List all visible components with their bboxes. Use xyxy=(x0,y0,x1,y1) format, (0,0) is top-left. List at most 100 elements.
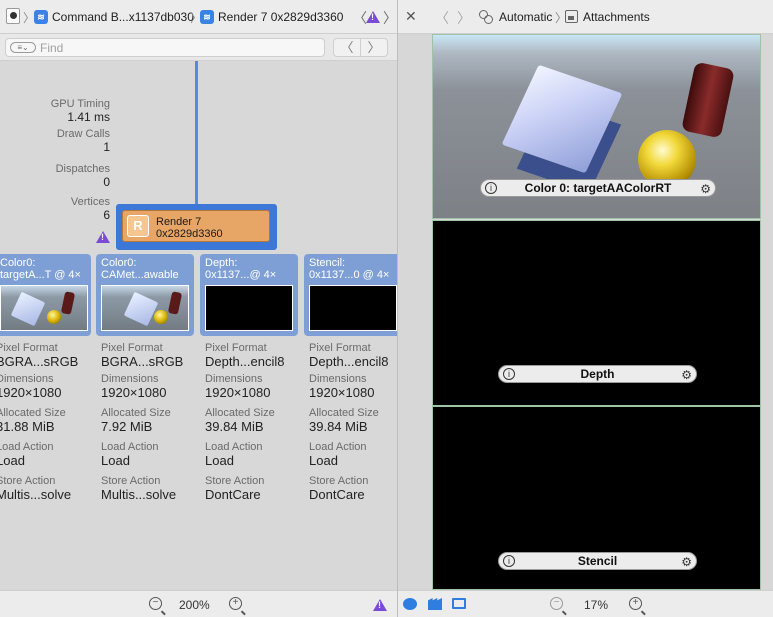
right-jump-bar: ✕ 〈 〉 Automatic 〉 Attachments xyxy=(397,0,773,34)
color-attachment-viewer[interactable]: i Color 0: targetAAColorRT ⚙ xyxy=(432,34,761,219)
graph-bottom-bar: − 200% + ! xyxy=(0,590,397,617)
render-node-title: Render 7 xyxy=(156,216,202,228)
dimensions-value: 1920×1080 xyxy=(0,385,62,400)
gear-icon[interactable]: ⚙ xyxy=(700,181,711,197)
attachment-title: Color0: xyxy=(0,257,36,269)
forward-arrow-icon[interactable]: 〉 xyxy=(457,8,471,28)
store-action-value: DontCare xyxy=(309,487,365,502)
depth-attachment-viewer[interactable]: i Depth ⚙ xyxy=(432,220,761,406)
left-jump-bar: 〉 ≋ Command B...x1137db030 〉 ≋ Render 7 … xyxy=(0,0,397,34)
allocated-size-value: 31.88 MiB xyxy=(0,419,55,434)
info-icon[interactable]: i xyxy=(485,182,497,194)
load-action-value: Load xyxy=(205,453,234,468)
pixel-format-value: BGRA...sRGB xyxy=(101,354,184,369)
info-icon[interactable]: i xyxy=(503,368,515,380)
store-action-label: Store Action xyxy=(309,475,369,487)
zoom-in-icon[interactable]: + xyxy=(229,597,242,610)
dispatches-value: 0 xyxy=(103,175,110,189)
attachment-subtitle: 0x1137...0 @ 4× xyxy=(309,269,390,281)
store-action-label: Store Action xyxy=(205,475,265,487)
filter-options-icon[interactable]: ≡⌄ xyxy=(10,42,36,53)
attachment-thumbnail xyxy=(0,285,88,331)
allocated-size-label: Allocated Size xyxy=(101,407,171,419)
store-action-value: Multis...solve xyxy=(101,487,177,502)
breadcrumb-command-buffer[interactable]: Command B...x1137db030 xyxy=(52,10,194,24)
allocated-size-value: 39.84 MiB xyxy=(205,419,264,434)
viewer-bottom-bar: − 17% + xyxy=(398,590,773,617)
load-action-value: Load xyxy=(0,453,25,468)
store-action-value: Multis...solve xyxy=(0,487,72,502)
dispatches-label: Dispatches xyxy=(55,163,110,175)
warning-icon[interactable]: ! xyxy=(96,231,110,243)
allocated-size-label: Allocated Size xyxy=(0,407,66,419)
draw-calls-value: 1 xyxy=(103,140,110,154)
load-action-label: Load Action xyxy=(205,441,263,453)
allocated-size-label: Allocated Size xyxy=(309,407,379,419)
allocated-size-value: 39.84 MiB xyxy=(309,419,368,434)
depth-attachment-title: Depth xyxy=(580,367,615,381)
single-view-icon[interactable] xyxy=(452,598,466,610)
store-action-value: DontCare xyxy=(205,487,261,502)
load-action-value: Load xyxy=(101,453,130,468)
dimensions-label: Dimensions xyxy=(101,373,159,385)
zoom-level: 200% xyxy=(179,598,210,612)
warning-icon[interactable]: ! xyxy=(373,599,387,611)
load-action-label: Load Action xyxy=(0,441,54,453)
stencil-attachment-viewer[interactable]: i Stencil ⚙ xyxy=(432,406,761,590)
gear-icon[interactable]: ⚙ xyxy=(681,554,692,570)
command-buffer-icon: ≋ xyxy=(34,10,48,24)
store-action-label: Store Action xyxy=(0,475,56,487)
load-action-label: Load Action xyxy=(101,441,159,453)
render-encoder-icon: ≋ xyxy=(200,10,214,24)
filter-bar: ≡⌄ Find 〈 〉 xyxy=(0,34,397,61)
dimensions-label: Dimensions xyxy=(205,373,263,385)
next-issue-arrow-icon[interactable]: 〉 xyxy=(383,8,397,28)
breadcrumb-render-encoder[interactable]: Render 7 0x2829d3360 xyxy=(218,10,343,24)
gear-icon[interactable]: ⚙ xyxy=(681,367,692,383)
gpu-timing-value: 1.41 ms xyxy=(67,110,110,124)
viewer-zoom-level: 17% xyxy=(584,598,609,612)
color-attachment-title: Color 0: targetAAColorRT xyxy=(524,181,672,195)
find-field[interactable]: ≡⌄ Find xyxy=(5,38,325,57)
zoom-out-icon[interactable]: − xyxy=(149,597,162,610)
vertices-value: 6 xyxy=(103,208,110,222)
attachment-title: Stencil: xyxy=(309,257,346,269)
load-action-value: Load xyxy=(309,453,338,468)
attachment-card-stencil[interactable]: Stencil: 0x1137...0 @ 4× xyxy=(304,254,397,336)
dependency-edge xyxy=(195,61,198,211)
pixel-format-label: Pixel Format xyxy=(0,342,58,354)
attachment-card-color0-target[interactable]: Color0: targetA...T @ 4× xyxy=(0,254,91,336)
find-placeholder: Find xyxy=(40,41,64,55)
breadcrumb-automatic[interactable]: Automatic xyxy=(499,10,552,24)
previous-issue-arrow-icon[interactable]: 〈 xyxy=(353,8,367,28)
dimensions-value: 1920×1080 xyxy=(205,385,271,400)
dimensions-value: 1920×1080 xyxy=(309,385,375,400)
attachment-subtitle: 0x1137...@ 4× xyxy=(205,269,277,281)
info-icon[interactable]: i xyxy=(503,555,515,567)
stencil-attachment-label: i Stencil ⚙ xyxy=(498,552,697,570)
vertices-label: Vertices xyxy=(70,196,110,208)
zoom-out-icon[interactable]: − xyxy=(550,597,563,610)
breadcrumb-attachments[interactable]: Attachments xyxy=(583,10,650,24)
zoom-in-icon[interactable]: + xyxy=(629,597,642,610)
load-action-label: Load Action xyxy=(309,441,367,453)
attachment-card-depth[interactable]: Depth: 0x1137...@ 4× xyxy=(200,254,298,336)
attachment-subtitle: targetA...T @ 4× xyxy=(0,269,81,281)
attachment-title: Color0: xyxy=(101,257,137,269)
trace-document-icon[interactable] xyxy=(6,8,20,24)
attachment-subtitle: CAMet...awable xyxy=(101,269,179,281)
dependency-graph-panel: ≡⌄ Find 〈 〉 GPU Timing 1.41 ms Draw Call… xyxy=(0,34,397,590)
color-palette-icon[interactable] xyxy=(403,598,417,610)
attachment-card-color0-drawable[interactable]: Color0: CAMet...awable xyxy=(96,254,194,336)
find-previous-button[interactable]: 〈 xyxy=(333,38,361,57)
warning-icon[interactable]: ! xyxy=(366,11,380,23)
find-next-button[interactable]: 〉 xyxy=(360,38,388,57)
allocated-size-label: Allocated Size xyxy=(205,407,275,419)
pixel-format-label: Pixel Format xyxy=(205,342,267,354)
close-icon[interactable]: ✕ xyxy=(405,8,417,25)
back-arrow-icon[interactable]: 〈 xyxy=(435,8,449,28)
attachments-layout-icon[interactable] xyxy=(428,598,442,610)
automatic-mode-icon xyxy=(479,10,493,24)
pixel-format-value: Depth...encil8 xyxy=(205,354,285,369)
draw-calls-label: Draw Calls xyxy=(56,128,110,140)
